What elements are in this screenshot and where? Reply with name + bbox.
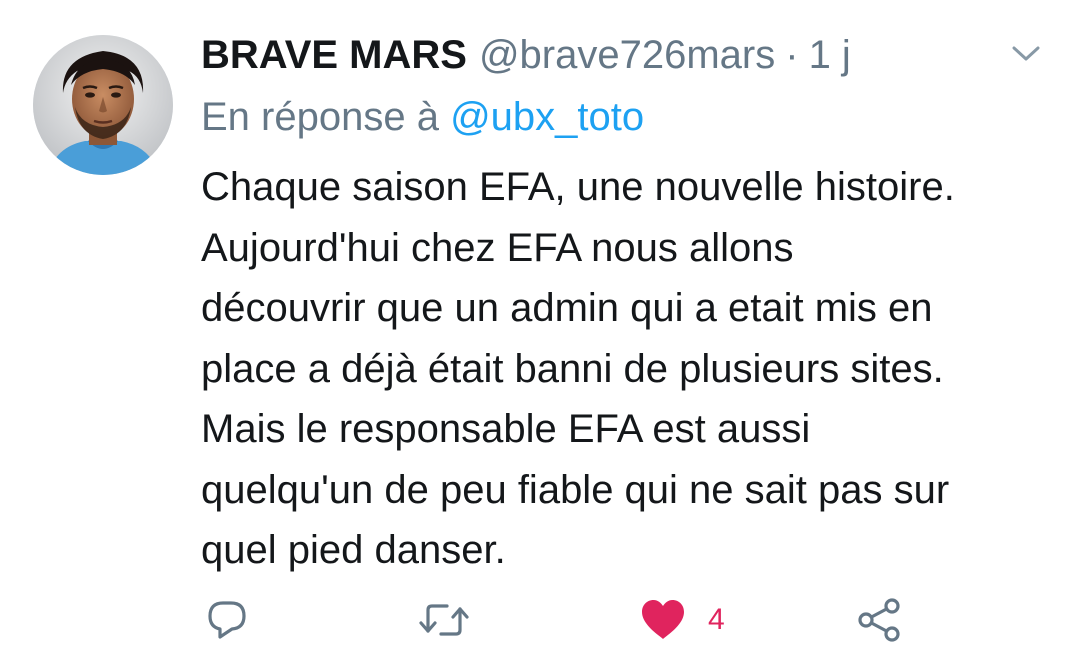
tweet-header: BRAVE MARS @brave726mars · 1 j: [201, 30, 851, 80]
reply-context: En réponse à @ubx_toto: [201, 92, 644, 142]
tweet-text-line: quelqu'un de peu fiable qui ne sait pas …: [201, 467, 950, 512]
retweet-button[interactable]: [417, 590, 471, 650]
tweet-actions: 4: [0, 590, 1080, 650]
heart-filled-icon: [642, 600, 684, 639]
display-name[interactable]: BRAVE MARS: [201, 30, 467, 80]
tweet-menu-button[interactable]: [1004, 34, 1048, 74]
tweet-text-line: place a déjà était banni de plusieurs si…: [201, 346, 944, 391]
like-count: 4: [708, 603, 725, 636]
reply-target-link[interactable]: @ubx_toto: [450, 95, 644, 139]
user-handle[interactable]: @brave726mars: [479, 30, 775, 80]
avatar[interactable]: [33, 35, 173, 175]
tweet-text-line: Chaque saison EFA, une nouvelle histoire…: [201, 165, 955, 209]
header-separator: ·: [785, 33, 799, 77]
tweet-text-line: Aujourd'hui chez EFA nous allons: [201, 225, 794, 270]
tweet-text-line: quel pied danser.: [201, 528, 506, 572]
chevron-down-icon: [1012, 46, 1040, 61]
tweet: BRAVE MARS @brave726mars · 1 j En répons…: [0, 0, 1080, 649]
tweet-text: Chaque saison EFA, une nouvelle histoire…: [201, 157, 1061, 581]
share-icon: [858, 598, 900, 642]
avatar-image: [33, 35, 173, 175]
reply-button[interactable]: [204, 590, 250, 650]
tweet-text-line: découvrir que un admin qui a etait mis e…: [201, 286, 933, 330]
reply-bubble-icon: [208, 601, 246, 639]
share-button[interactable]: [855, 590, 905, 650]
reply-prefix: En réponse à: [201, 95, 439, 139]
tweet-timestamp[interactable]: 1 j: [809, 30, 851, 80]
tweet-text-line: Mais le responsable EFA est aussi: [201, 407, 811, 451]
retweet-icon: [419, 604, 469, 636]
like-button[interactable]: 4: [640, 590, 725, 650]
